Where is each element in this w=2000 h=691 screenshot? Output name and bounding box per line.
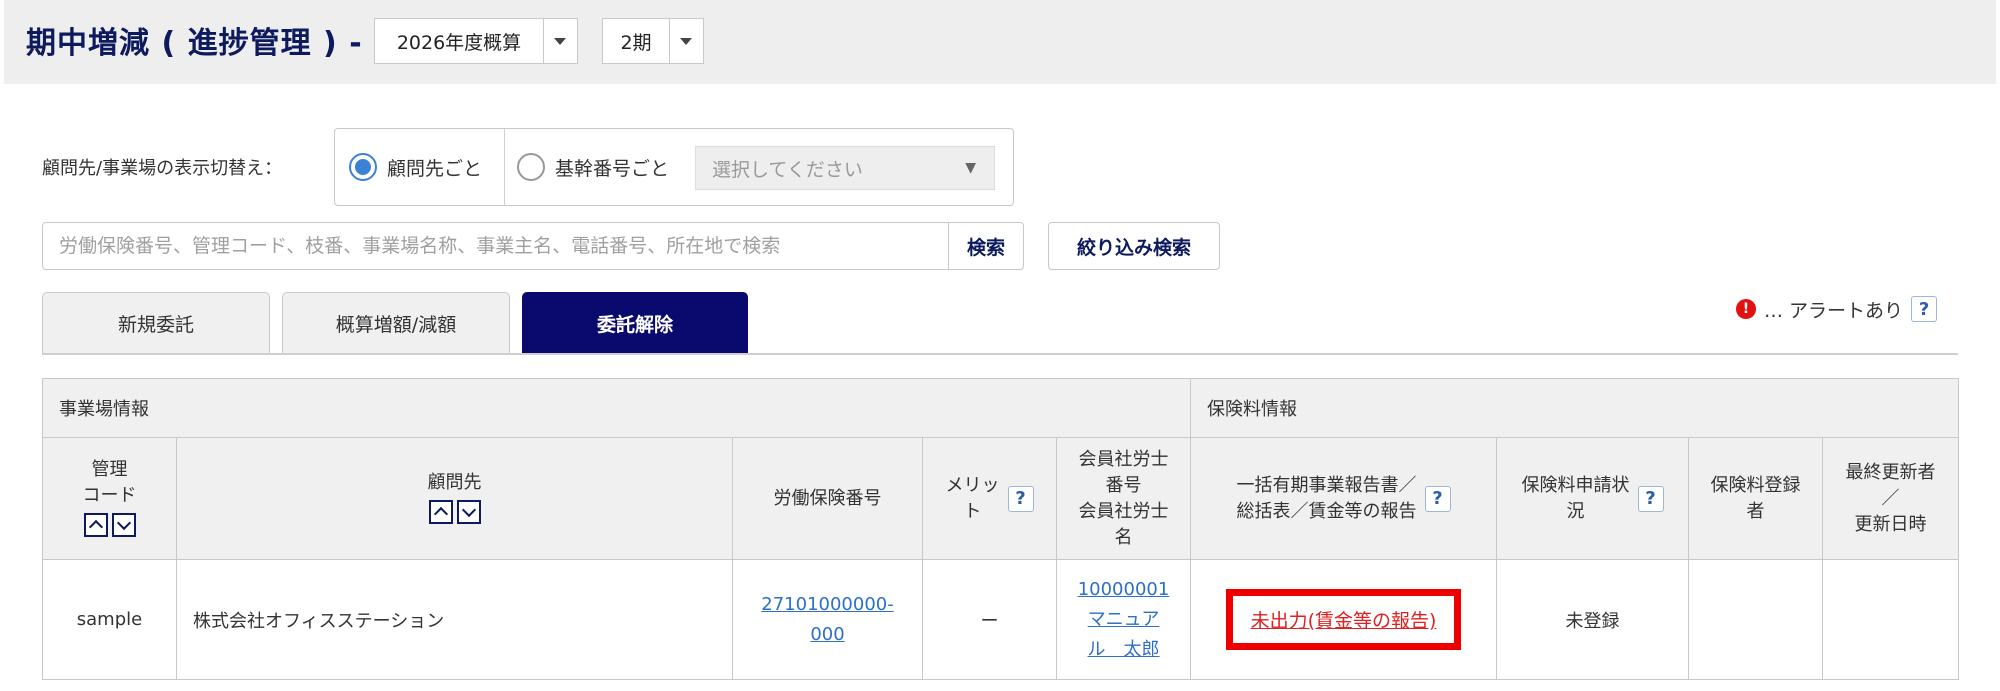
- filter-search-button[interactable]: 絞り込み検索: [1048, 222, 1220, 270]
- col-header-registrant: 保険料登録 者: [1688, 437, 1824, 560]
- col-header-client: 顧問先: [176, 437, 733, 560]
- base-number-select-placeholder: 選択してください: [712, 158, 863, 181]
- search-button[interactable]: 検索: [948, 223, 1023, 269]
- fiscal-year-select[interactable]: 2026年度概算: [374, 18, 578, 64]
- labor-insurance-number-link[interactable]: 27101000000- 000: [761, 594, 893, 645]
- radio-base-number-label: 基幹番号ごと: [555, 157, 670, 180]
- tab-estimate-change[interactable]: 概算増額/減額: [282, 292, 510, 354]
- col-header-report-label: 一括有期事業報告書／ 総括表／賃金等の報告: [1236, 474, 1417, 522]
- page-header: 期中増減 ( 進捗管理 ) - 2026年度概算 2期: [4, 0, 1996, 84]
- radio-base-number[interactable]: 基幹番号ごと: [517, 129, 669, 205]
- sort-asc-button[interactable]: [428, 500, 453, 524]
- caret-down-icon: ▼: [965, 160, 976, 176]
- cell-registrant: [1688, 559, 1824, 680]
- cell-report-status: 未出力(賃金等の報告): [1190, 559, 1498, 680]
- progress-table: 事業場情報 保険料情報 管理 コード 顧問先 労働保険番号 メリッ ト ? 会員…: [41, 378, 1960, 680]
- help-icon[interactable]: ?: [1911, 296, 1938, 322]
- col-header-member-number: 会員社労士 番号 会員社労士 名: [1055, 437, 1192, 560]
- search-bar: 検索: [42, 222, 1024, 270]
- col-header-last-updated: 最終更新者 ／ 更新日時: [1822, 437, 1960, 560]
- period-value: 2期: [603, 19, 670, 63]
- radio-unselected-icon[interactable]: [517, 153, 545, 181]
- report-status-link[interactable]: 未出力(賃金等の報告): [1225, 589, 1462, 650]
- member-number-link[interactable]: 10000001 マニュア ル 太郎: [1078, 579, 1170, 660]
- tab-new-contract[interactable]: 新規委託: [42, 292, 270, 354]
- chevron-down-icon[interactable]: [543, 19, 577, 63]
- chevron-up-icon: [433, 506, 448, 522]
- period-select[interactable]: 2期: [602, 18, 704, 64]
- help-icon[interactable]: ?: [1424, 485, 1451, 512]
- cell-member-number: 10000001 マニュア ル 太郎: [1055, 559, 1192, 680]
- radio-client-label: 顧問先ごと: [387, 157, 483, 180]
- tab-contract-cancel[interactable]: 委託解除: [522, 292, 748, 354]
- page-title: 期中増減 ( 進捗管理 ) -: [26, 26, 363, 61]
- alert-legend-text: … アラートあり: [1764, 299, 1904, 322]
- cell-client-name: 株式会社オフィスステーション: [176, 559, 733, 680]
- sort-asc-button[interactable]: [83, 513, 108, 537]
- help-icon[interactable]: ?: [1637, 485, 1664, 512]
- sort-controls: [428, 500, 481, 524]
- fiscal-year-value: 2026年度概算: [375, 19, 544, 63]
- help-icon[interactable]: ?: [1007, 485, 1034, 512]
- divider: [504, 129, 505, 205]
- cell-merit: ー: [922, 559, 1057, 680]
- col-header-merit: メリッ ト ?: [922, 437, 1057, 560]
- chevron-up-icon: [88, 519, 103, 535]
- chevron-down-icon[interactable]: [669, 19, 703, 63]
- base-number-select[interactable]: 選択してください ▼: [695, 146, 995, 190]
- display-toggle-label: 顧問先/事業場の表示切替え：: [42, 158, 283, 179]
- chevron-down-icon: [116, 515, 131, 531]
- cell-labor-insurance-number: 27101000000- 000: [732, 559, 923, 680]
- group-header-premium-info: 保険料情報: [1190, 378, 1960, 438]
- radio-client[interactable]: 顧問先ごと: [349, 129, 482, 205]
- search-input[interactable]: [43, 223, 951, 269]
- chevron-down-icon: [461, 502, 476, 518]
- radio-selected-icon[interactable]: [349, 153, 377, 181]
- col-header-application-status-label: 保険料申請状 況: [1521, 474, 1630, 522]
- col-header-mgmt-code: 管理 コード: [42, 437, 177, 560]
- cell-application-status: 未登録: [1496, 559, 1690, 680]
- col-header-report: 一括有期事業報告書／ 総括表／賃金等の報告 ?: [1190, 437, 1498, 560]
- alert-icon: !: [1736, 299, 1756, 319]
- sort-desc-button[interactable]: [456, 500, 481, 524]
- tabs-underline: [42, 353, 1958, 355]
- display-toggle-group: 顧問先ごと 基幹番号ごと 選択してください ▼: [334, 128, 1014, 206]
- col-header-application-status: 保険料申請状 況 ?: [1496, 437, 1690, 560]
- group-header-site-info: 事業場情報: [41, 378, 1192, 438]
- sort-desc-button[interactable]: [111, 513, 136, 537]
- sort-controls: [83, 513, 136, 537]
- alert-legend: ! … アラートあり ?: [1736, 292, 1938, 326]
- col-header-labor-insurance-number: 労働保険番号: [732, 437, 923, 560]
- cell-last-updated: [1822, 559, 1960, 680]
- table-row: sample 株式会社オフィスステーション 27101000000- 000 ー…: [42, 559, 1960, 680]
- col-header-mgmt-code-label: 管理 コード: [82, 459, 137, 506]
- cell-mgmt-code: sample: [42, 559, 177, 680]
- col-header-client-label: 顧問先: [427, 472, 482, 493]
- col-header-merit-label: メリッ ト: [945, 474, 1000, 522]
